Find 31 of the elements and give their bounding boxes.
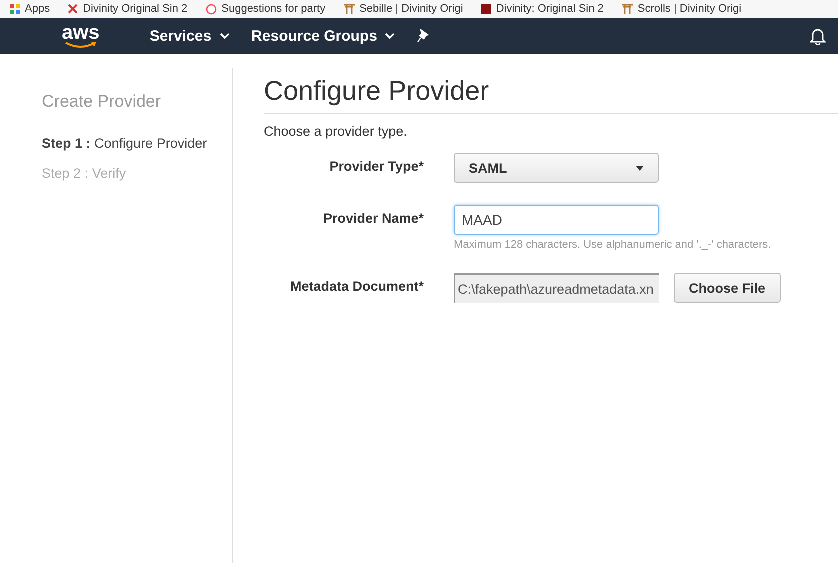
page-title: Configure Provider (264, 76, 838, 114)
bookmark-link[interactable]: Apps (10, 3, 50, 15)
input-field[interactable]: MAAD (454, 205, 659, 235)
field-label: Metadata Document* (289, 278, 424, 294)
field-hint: Maximum 128 characters. Use alphanumeric and '._-' characters. (454, 239, 772, 251)
chevron-down-icon (385, 33, 396, 39)
chevron-down-icon (220, 33, 230, 39)
gate-icon (622, 4, 633, 14)
bookmark-link[interactable]: Divinity: Original Sin 2 (481, 3, 604, 15)
bookmark-link[interactable]: Sebille | Divinity Origi (344, 3, 464, 15)
nav-menu[interactable]: Services (150, 28, 230, 44)
apps-grid-icon (10, 4, 20, 14)
pin-icon[interactable] (417, 29, 430, 43)
notifications-bell-icon[interactable] (810, 27, 826, 45)
gate-icon (344, 4, 355, 14)
file-path-field[interactable]: C:\fakepath\azureadmetadata.xn (454, 273, 659, 303)
thumbnail-icon (481, 4, 492, 14)
bookmark-link[interactable]: Divinity Original Sin 2 (68, 3, 188, 15)
aws-logo[interactable]: aws (62, 24, 100, 48)
sidebar-title: Create Provider (42, 92, 162, 112)
intro-text: Choose a provider type. (264, 124, 408, 139)
nav-menu[interactable]: Resource Groups (252, 28, 396, 44)
field-label: Provider Name* (322, 210, 424, 226)
choose-file-button[interactable]: Choose File (674, 273, 781, 303)
bookmark-link[interactable]: Suggestions for party (206, 3, 326, 15)
provider-type-dropdown[interactable]: SAML (454, 153, 659, 183)
cross-icon (68, 4, 78, 14)
field-label: Provider Type* (328, 158, 424, 174)
bookmark-link[interactable]: Scrolls | Divinity Origi (622, 3, 742, 15)
wizard-step[interactable]: Step 1 : Configure Provider (42, 136, 232, 151)
caret-icon (636, 166, 644, 170)
